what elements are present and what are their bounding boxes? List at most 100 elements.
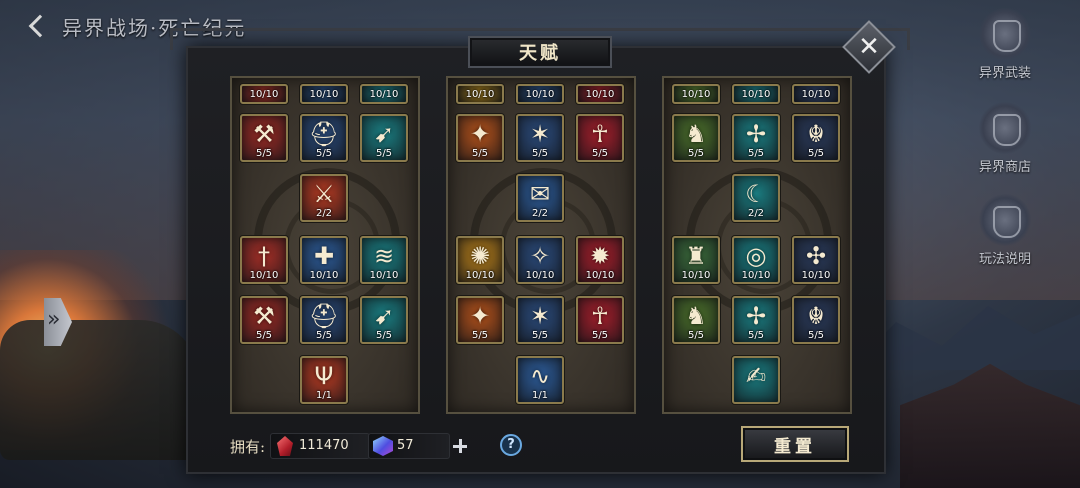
skill-icon: ✣ — [805, 242, 827, 270]
skill-icon: ✺ — [469, 242, 491, 270]
add-resource-button[interactable] — [449, 435, 471, 457]
skill-icon: ✶ — [529, 302, 551, 330]
rune-skill[interactable]: ✶ 5/5 — [516, 114, 564, 162]
skill-level: 5/5 — [687, 148, 705, 159]
side-item-armor[interactable]: 异界武装 — [955, 8, 1055, 81]
skill-icon: ♜ — [685, 242, 707, 270]
eagle-skill[interactable]: ✦ 5/5 — [456, 114, 504, 162]
burst-skill[interactable]: ✹ 10/10 — [576, 236, 624, 284]
skill-level: 5/5 — [375, 330, 393, 341]
knot-skill[interactable]: ✣ 10/10 — [792, 236, 840, 284]
skill-level: 5/5 — [591, 148, 609, 159]
skill-level: 10/10 — [309, 270, 339, 281]
serpent-skill[interactable]: ∿ 1/1 — [516, 356, 564, 404]
skill-icon: ♞ — [685, 120, 707, 148]
skill-top-5[interactable]: 10/10 — [516, 84, 564, 104]
reset-button[interactable]: 重置 — [741, 426, 849, 462]
skill-level: 5/5 — [315, 330, 333, 341]
wings-skill[interactable]: ✢ 5/5 — [732, 114, 780, 162]
helmet-skill[interactable]: ⛑ 5/5 — [300, 114, 348, 162]
runner-skill-2[interactable]: ➹ 5/5 — [360, 296, 408, 344]
skill-icon: ☬ — [807, 302, 825, 330]
skill-level: 5/5 — [315, 148, 333, 159]
wings-skill-2[interactable]: ✢ 5/5 — [732, 296, 780, 344]
ankh-skill[interactable]: ☥ 5/5 — [576, 114, 624, 162]
amulet-skill-2[interactable]: ☬ 5/5 — [792, 296, 840, 344]
side-item-shop[interactable]: 异界商店 — [955, 102, 1055, 175]
skill-icon: ☾ — [745, 180, 767, 208]
skill-level: 10/10 — [801, 89, 831, 100]
skill-icon: ✉ — [529, 180, 551, 208]
axe-skill[interactable]: ⚒ 5/5 — [240, 114, 288, 162]
crystal-icon — [277, 436, 293, 456]
skill-icon: ✚ — [313, 242, 335, 270]
skill-level: 10/10 — [681, 89, 711, 100]
sword-skill[interactable]: ⚔ 2/2 — [300, 174, 348, 222]
skill-level: 10/10 — [249, 89, 279, 100]
skill-top-8[interactable]: 10/10 — [732, 84, 780, 104]
skill-icon: Ψ — [314, 362, 334, 390]
skill-icon: ✍ — [745, 362, 767, 390]
skill-level: 10/10 — [741, 89, 771, 100]
skill-icon: ✦ — [469, 120, 491, 148]
amulet-skill[interactable]: ☬ 5/5 — [792, 114, 840, 162]
ring-skill[interactable]: ◎ 10/10 — [732, 236, 780, 284]
skill-level: 5/5 — [531, 148, 549, 159]
skill-icon: ⛑ — [308, 302, 340, 330]
trident-skill[interactable]: Ψ 1/1 — [300, 356, 348, 404]
skill-level: 10/10 — [465, 270, 495, 281]
skill-top-4[interactable]: 10/10 — [456, 84, 504, 104]
back-arrow-icon[interactable] — [24, 13, 50, 39]
skill-icon: ⚔ — [313, 180, 335, 208]
rune-skill-2[interactable]: ✶ 5/5 — [516, 296, 564, 344]
eagle-skill-2[interactable]: ✦ 5/5 — [456, 296, 504, 344]
cube-resource: 57 — [368, 433, 450, 459]
background-tank — [0, 320, 200, 460]
book-icon — [979, 194, 1031, 246]
armor-icon — [979, 8, 1031, 60]
skill-level: 10/10 — [681, 270, 711, 281]
skill-level: 5/5 — [747, 148, 765, 159]
skill-level: 1/1 — [315, 390, 333, 401]
helmet-skill-2[interactable]: ⛑ 5/5 — [300, 296, 348, 344]
axe-skill-2[interactable]: ⚒ 5/5 — [240, 296, 288, 344]
dagger-skill[interactable]: † 10/10 — [240, 236, 288, 284]
knight-skill-2[interactable]: ♞ 5/5 — [672, 296, 720, 344]
skill-icon: ⚒ — [253, 120, 275, 148]
skill-level: 10/10 — [585, 270, 615, 281]
runner-skill[interactable]: ➹ 5/5 — [360, 114, 408, 162]
spiral-skill[interactable]: ✺ 10/10 — [456, 236, 504, 284]
skill-top-9[interactable]: 10/10 — [792, 84, 840, 104]
skill-top-2[interactable]: 10/10 — [300, 84, 348, 104]
skill-level: 2/2 — [315, 208, 333, 219]
skill-icon: ➹ — [373, 120, 395, 148]
cube-icon — [373, 436, 393, 456]
skill-level: 5/5 — [471, 148, 489, 159]
skill-top-1[interactable]: 10/10 — [240, 84, 288, 104]
skill-level: 5/5 — [591, 330, 609, 341]
skill-top-3[interactable]: 10/10 — [360, 84, 408, 104]
skill-level: 5/5 — [471, 330, 489, 341]
help-button[interactable]: ? — [500, 434, 522, 456]
skill-icon: ⛑ — [308, 120, 340, 148]
cube-value: 57 — [397, 438, 414, 453]
skill-top-7[interactable]: 10/10 — [672, 84, 720, 104]
skill-level: 2/2 — [747, 208, 765, 219]
scroll-skill[interactable]: ✉ 2/2 — [516, 174, 564, 222]
boot-skill[interactable]: ♜ 10/10 — [672, 236, 720, 284]
knight-skill[interactable]: ♞ 5/5 — [672, 114, 720, 162]
skill-level: 10/10 — [369, 270, 399, 281]
side-item-guide[interactable]: 玩法说明 — [955, 194, 1055, 267]
skill-level: 5/5 — [687, 330, 705, 341]
claw-skill[interactable]: ✍ — [732, 356, 780, 404]
side-item-label: 异界商店 — [978, 160, 1031, 175]
skill-top-6[interactable]: 10/10 — [576, 84, 624, 104]
moon-skill[interactable]: ☾ 2/2 — [732, 174, 780, 222]
shield-skill[interactable]: ✚ 10/10 — [300, 236, 348, 284]
vortex-skill[interactable]: ✧ 10/10 — [516, 236, 564, 284]
reset-label: 重置 — [774, 436, 816, 457]
ankh-skill-2[interactable]: ☥ 5/5 — [576, 296, 624, 344]
wing-skill[interactable]: ≋ 10/10 — [360, 236, 408, 284]
skill-level: 10/10 — [801, 270, 831, 281]
crystal-resource: 111470 — [270, 433, 370, 459]
